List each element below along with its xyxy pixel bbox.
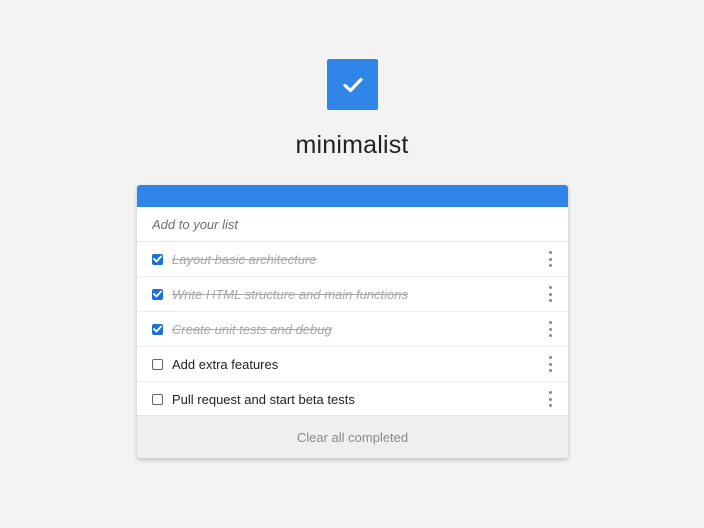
item-label: Create unit tests and debug [172,321,332,337]
check-icon [342,77,363,92]
more-options-icon[interactable] [546,251,554,267]
item-checkbox[interactable] [152,288,163,300]
more-options-icon[interactable] [546,356,554,372]
todo-list: Layout basic architecture Write HTML str… [137,242,568,417]
list-item: Add extra features [137,347,568,382]
todo-card: Layout basic architecture Write HTML str… [137,185,568,458]
list-item: Write HTML structure and main functions [137,277,568,312]
list-item: Layout basic architecture [137,242,568,277]
more-options-icon[interactable] [546,321,554,337]
item-checkbox[interactable] [152,394,163,405]
item-checkbox[interactable] [152,358,163,370]
add-item-input[interactable] [137,207,568,242]
list-item: Create unit tests and debug [137,312,568,347]
item-label: Add extra features [172,356,279,372]
checkmark-icon [153,325,162,333]
app-logo [327,59,378,110]
checkmark-icon [153,255,162,263]
item-checkbox[interactable] [152,323,163,335]
clear-completed-button[interactable]: Clear all completed [137,415,568,458]
item-checkbox[interactable] [152,253,163,265]
card-header-bar [137,185,568,207]
checkmark-icon [153,290,162,298]
item-label: Layout basic architecture [172,251,317,267]
item-label: Write HTML structure and main functions [172,286,409,302]
list-item: Pull request and start beta tests [137,382,568,417]
item-label: Pull request and start beta tests [172,392,355,407]
more-options-icon[interactable] [546,286,554,302]
more-options-icon[interactable] [546,391,554,407]
app-title: minimalist [295,131,409,159]
